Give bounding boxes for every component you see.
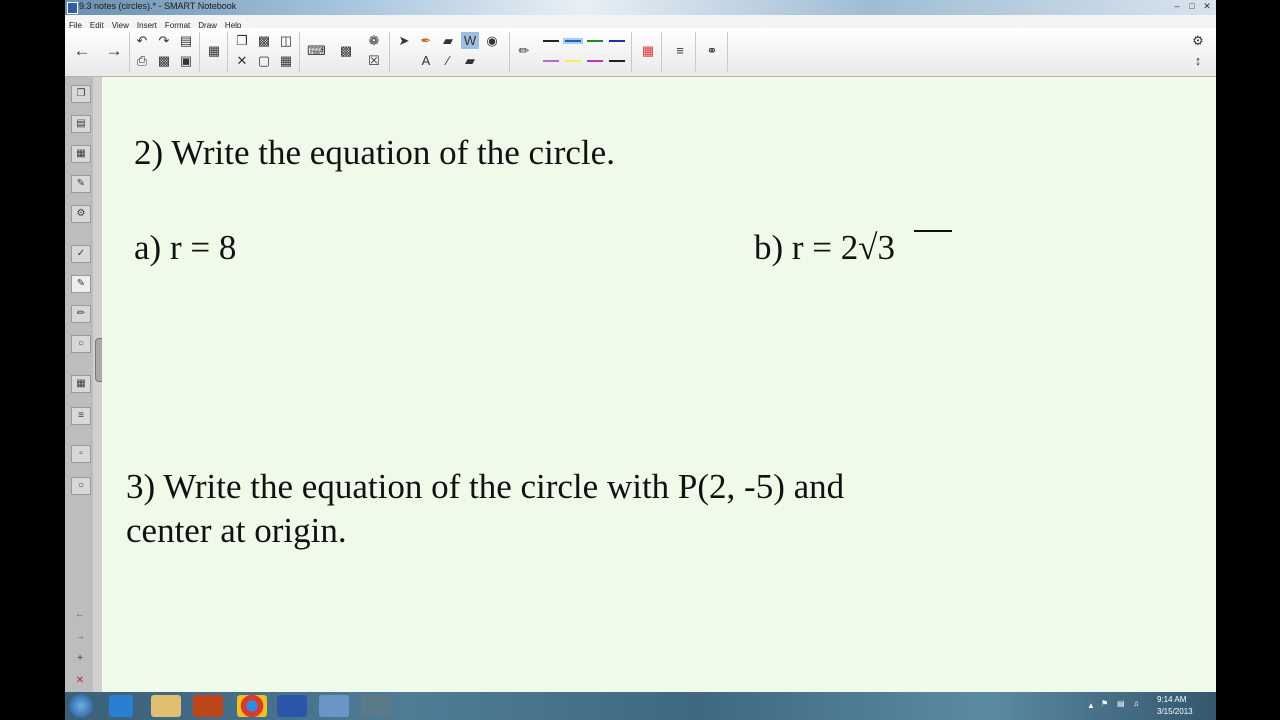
pen-style-magenta-icon[interactable] bbox=[587, 60, 603, 62]
pen-style-dashed-icon[interactable] bbox=[609, 60, 625, 62]
smart-notebook-window: 9.3 notes (circles).* - SMART Notebook –… bbox=[65, 0, 1216, 692]
internet-explorer-icon[interactable] bbox=[109, 695, 133, 717]
tray-volume-icon[interactable]: ♫ bbox=[1133, 699, 1139, 708]
notebook-page[interactable]: 2) Write the equation of the circle. a) … bbox=[102, 77, 1216, 692]
add-page-icon[interactable]: + bbox=[71, 651, 89, 667]
start-button[interactable] bbox=[69, 694, 93, 718]
app-icon bbox=[67, 2, 78, 14]
pen-style-yellow-icon[interactable] bbox=[565, 60, 581, 62]
toolbar: ← → ↶ ↷ ▤ ⎙ ▩ ▣ ▦ ❐ ▩ ◫ ✕ ▢ ▦ ⌨ ▩ ❁ ☒ ➤ … bbox=[65, 28, 1216, 77]
text-icon[interactable]: A bbox=[417, 52, 435, 69]
side-tool-2-icon[interactable]: ✎ bbox=[71, 275, 91, 293]
delete-icon[interactable]: ✕ bbox=[233, 52, 251, 69]
attachments-icon[interactable]: ▦ bbox=[71, 145, 91, 163]
maximize-button[interactable]: □ bbox=[1185, 1, 1199, 12]
print-icon[interactable]: ⎙ bbox=[133, 52, 151, 69]
window-title: 9.3 notes (circles).* - SMART Notebook bbox=[79, 1, 237, 11]
select-icon[interactable]: ➤ bbox=[395, 32, 413, 49]
document-camera-icon[interactable]: ▩ bbox=[337, 42, 355, 59]
side-tool-8-icon[interactable]: ○ bbox=[71, 477, 91, 495]
pen-style-green-icon[interactable] bbox=[587, 40, 603, 42]
arrow-right-icon[interactable]: → bbox=[105, 42, 123, 59]
settings-icon[interactable]: ⚙ bbox=[1189, 32, 1207, 49]
tray-chevron-icon[interactable]: ▲ bbox=[1087, 701, 1095, 710]
magic-pen-icon[interactable]: W bbox=[461, 32, 479, 49]
file-explorer-icon[interactable] bbox=[151, 695, 181, 717]
arrow-left-icon[interactable]: ← bbox=[73, 42, 91, 59]
side-tool-4-icon[interactable]: ○ bbox=[71, 335, 91, 353]
pen-style-navy-icon[interactable] bbox=[609, 40, 625, 42]
media-player-icon[interactable] bbox=[193, 695, 223, 717]
radical-overline bbox=[914, 230, 952, 232]
taskbar-app-icon[interactable] bbox=[361, 695, 391, 717]
undo-icon[interactable]: ↶ bbox=[133, 32, 151, 49]
properties-tab-icon[interactable]: ✎ bbox=[71, 175, 91, 193]
keyboard-icon[interactable]: ⌨ bbox=[307, 42, 326, 59]
side-tool-5-icon[interactable]: ▦ bbox=[71, 375, 91, 393]
insert-table-icon[interactable]: ◫ bbox=[277, 32, 295, 49]
side-tool-1-icon[interactable]: ✓ bbox=[71, 245, 91, 263]
side-tool-6-icon[interactable]: ≡ bbox=[71, 407, 91, 425]
delete-page-icon[interactable]: ✕ bbox=[71, 673, 89, 689]
copy-page-icon[interactable]: ❐ bbox=[233, 32, 251, 49]
clock-date[interactable]: 3/15/2013 bbox=[1157, 707, 1193, 716]
gallery-icon[interactable]: ❁ bbox=[365, 32, 383, 49]
chrome-icon[interactable] bbox=[237, 695, 267, 717]
close-doc-icon[interactable]: ☒ bbox=[365, 52, 383, 69]
toolbar-move-icon[interactable]: ↕ bbox=[1189, 52, 1207, 69]
shape-icon[interactable]: ▰ bbox=[461, 52, 479, 69]
menu-bar: File Edit View Insert Format Draw Help bbox=[65, 15, 1216, 30]
clock-time[interactable]: 9:14 AM bbox=[1157, 695, 1186, 704]
paste-icon[interactable]: ▩ bbox=[155, 52, 173, 69]
fill-icon[interactable]: ◉ bbox=[483, 32, 501, 49]
properties-icon[interactable]: ≡ bbox=[671, 42, 689, 59]
tray-flag-icon[interactable]: ⚑ bbox=[1101, 699, 1108, 708]
windows-taskbar: ▲ ⚑ ▤ ♫ 9:14 AM 3/15/2013 bbox=[65, 692, 1216, 720]
side-scroll-rail[interactable] bbox=[93, 77, 102, 692]
smart-notebook-taskbar-icon[interactable] bbox=[319, 695, 349, 717]
screen-shade-icon[interactable]: ▩ bbox=[255, 32, 273, 49]
pen-style-black-icon[interactable] bbox=[543, 40, 559, 42]
pen-style-blue-icon[interactable] bbox=[563, 38, 583, 44]
question-2-part-b: b) r = 2√3 bbox=[754, 228, 896, 267]
eraser-icon[interactable]: ▰ bbox=[439, 32, 457, 49]
redo-icon[interactable]: ↷ bbox=[155, 32, 173, 49]
question-2-heading: 2) Write the equation of the circle. bbox=[134, 133, 615, 172]
next-page-icon[interactable]: → bbox=[71, 629, 89, 645]
side-tool-7-icon[interactable]: ▫ bbox=[71, 445, 91, 463]
capture-icon[interactable]: ▢ bbox=[255, 52, 273, 69]
question-3-line-2: center at origin. bbox=[126, 511, 347, 550]
previous-page-icon[interactable]: ← bbox=[71, 607, 89, 623]
question-2-part-a: a) r = 8 bbox=[134, 228, 237, 267]
highlighter-icon[interactable]: ✏ bbox=[515, 42, 533, 59]
pen-style-purple-icon[interactable] bbox=[543, 60, 559, 62]
save-icon[interactable]: ▣ bbox=[177, 52, 195, 69]
side-tool-3-icon[interactable]: ✏ bbox=[71, 305, 91, 323]
addons-icon[interactable]: ⚙ bbox=[71, 205, 91, 223]
pen-icon[interactable]: ✒ bbox=[417, 32, 435, 49]
close-button[interactable]: ✕ bbox=[1200, 1, 1214, 12]
open-folder-icon[interactable]: ▤ bbox=[177, 32, 195, 49]
display-icon[interactable]: ▦ bbox=[205, 42, 223, 59]
minimize-button[interactable]: – bbox=[1170, 1, 1184, 12]
gallery-tab-icon[interactable]: ▤ bbox=[71, 115, 91, 133]
line-icon[interactable]: ∕ bbox=[439, 52, 457, 69]
table-icon[interactable]: ▦ bbox=[277, 52, 295, 69]
color-picker-icon[interactable]: ▦ bbox=[639, 42, 657, 59]
title-bar: 9.3 notes (circles).* - SMART Notebook –… bbox=[65, 0, 1216, 15]
more-tools-icon[interactable]: ⚭ bbox=[703, 42, 721, 59]
word-icon[interactable] bbox=[277, 695, 307, 717]
page-sorter-icon[interactable]: ❐ bbox=[71, 85, 91, 103]
question-3-line-1: 3) Write the equation of the circle with… bbox=[126, 467, 845, 506]
tray-network-icon[interactable]: ▤ bbox=[1117, 699, 1125, 708]
